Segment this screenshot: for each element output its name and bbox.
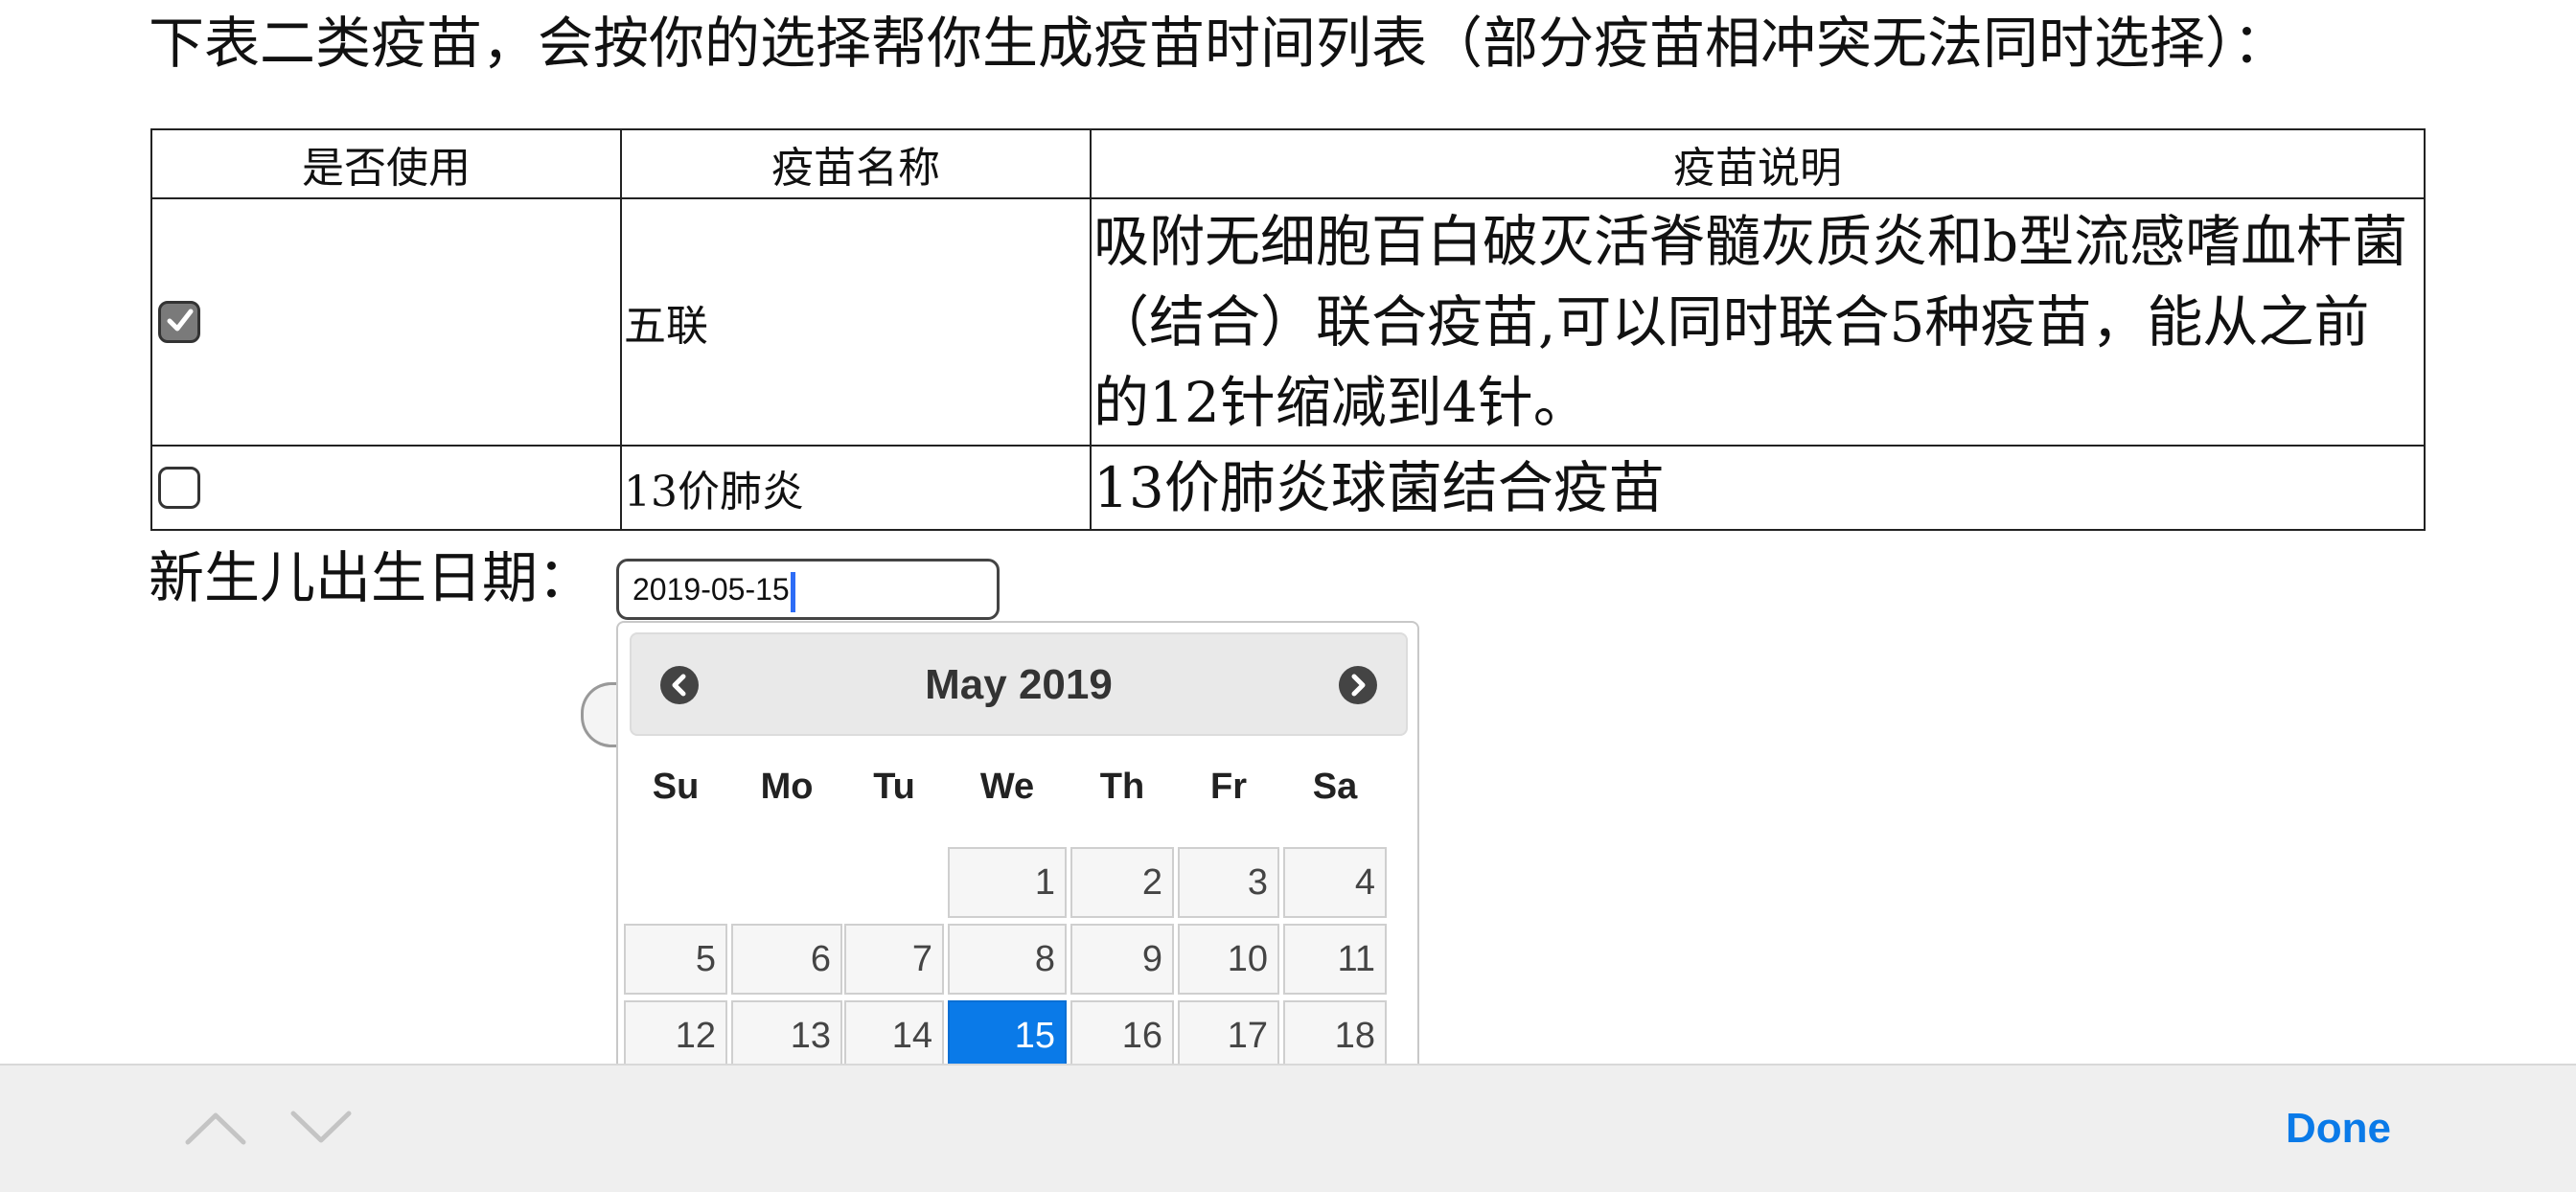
table-header-row: 是否使用 疫苗名称 疫苗说明 [150, 128, 2426, 199]
header-name: 疫苗名称 [620, 128, 1092, 199]
header-description: 疫苗说明 [1090, 128, 2426, 199]
chevron-down-icon[interactable] [288, 1106, 355, 1148]
weekday-label: Sa [1312, 767, 1358, 807]
calendar-day[interactable]: 16 [1070, 1000, 1174, 1069]
calendar-day[interactable]: 7 [844, 924, 944, 995]
calendar-day[interactable]: 3 [1178, 847, 1279, 918]
calendar-day[interactable]: 6 [731, 924, 842, 995]
vaccine-name: 13价肺炎 [620, 445, 1092, 531]
weekday-label: Th [1099, 767, 1145, 807]
weekday-label: Su [652, 767, 700, 807]
calendar-day[interactable]: 17 [1178, 1000, 1279, 1069]
datepicker-month-title: May 2019 [925, 661, 1113, 708]
table-row: 13价肺炎 13价肺炎球菌结合疫苗 [150, 445, 2426, 531]
header-use: 是否使用 [150, 128, 622, 199]
calendar-day-selected[interactable]: 15 [948, 1000, 1067, 1069]
calendar-day[interactable]: 8 [948, 924, 1067, 995]
use-cell [150, 445, 622, 531]
checkbox-unchecked[interactable] [158, 467, 200, 509]
vaccine-name: 五联 [620, 197, 1092, 447]
datepicker-header: May 2019 [630, 632, 1408, 736]
done-button[interactable]: Done [2286, 1100, 2391, 1158]
keyboard-toolbar: Done [0, 1064, 2576, 1192]
use-cell [150, 197, 622, 447]
weekday-label: Mo [760, 767, 814, 807]
vaccine-description: 吸附无细胞百白破灭活脊髓灰质炎和b型流感嗜血杆菌（结合）联合疫苗,可以同时联合5… [1090, 197, 2426, 447]
calendar-day[interactable]: 2 [1070, 847, 1174, 918]
birth-date-value: 2019-05-15 [632, 572, 790, 607]
chevron-up-icon[interactable] [182, 1106, 249, 1148]
calendar-day[interactable]: 10 [1178, 924, 1279, 995]
weekday-label: Fr [1210, 767, 1247, 807]
calendar-day[interactable]: 9 [1070, 924, 1174, 995]
vaccine-description: 13价肺炎球菌结合疫苗 [1090, 445, 2426, 531]
datepicker: May 2019 Su Mo Tu We Th Fr Sa 1 2 3 4 5 6 7 8 9 10 11 12 13… [616, 621, 1419, 1071]
weekday-label: We [979, 767, 1035, 807]
weekday-label: Tu [873, 767, 915, 807]
calendar-day[interactable]: 18 [1283, 1000, 1387, 1069]
chevron-right-icon[interactable] [1339, 666, 1377, 704]
calendar-day[interactable]: 12 [624, 1000, 727, 1069]
calendar-day[interactable]: 14 [844, 1000, 944, 1069]
birth-date-input[interactable]: 2019-05-15 [616, 559, 1000, 620]
intro-text: 下表二类疫苗，会按你的选择帮你生成疫苗时间列表（部分疫苗相冲突无法同时选择）： [149, 11, 2289, 76]
calendar-day[interactable]: 1 [948, 847, 1067, 918]
vaccine-table: 是否使用 疫苗名称 疫苗说明 五联 吸附无细胞百白破灭活脊髓灰质炎和b型流感嗜血… [150, 128, 2426, 531]
text-caret [790, 571, 795, 612]
calendar-day[interactable]: 11 [1283, 924, 1387, 995]
birth-date-label: 新生儿出生日期： [149, 545, 594, 610]
calendar-day[interactable]: 13 [731, 1000, 842, 1069]
checkmark-icon [167, 309, 194, 332]
calendar-day[interactable]: 4 [1283, 847, 1387, 918]
table-row: 五联 吸附无细胞百白破灭活脊髓灰质炎和b型流感嗜血杆菌（结合）联合疫苗,可以同时… [150, 197, 2426, 447]
checkbox-checked[interactable] [158, 301, 200, 343]
calendar-day[interactable]: 5 [624, 924, 727, 995]
